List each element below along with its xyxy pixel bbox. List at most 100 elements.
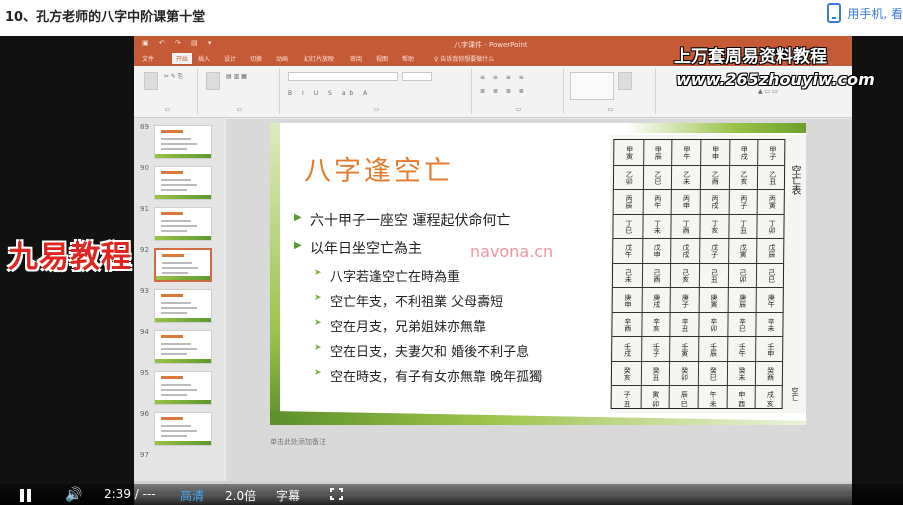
slide-bullet: 空在月支，兄弟姐妹亦無靠 — [294, 316, 542, 341]
table-cell: 丙寅 — [768, 195, 777, 210]
table-cell: 戊辰 — [767, 244, 776, 259]
video-player[interactable]: ▣ ↶ ↷ ▤ ▾ 八字课件 - PowerPoint 文件 开始 插入 设计 切换 动画… — [0, 36, 903, 505]
table-cell: 丁酉 — [682, 219, 691, 234]
watermark-center: navona.cn — [470, 242, 554, 261]
ribbon-tab[interactable]: ♀ 告诉我你想要做什么 — [434, 54, 494, 63]
table-side-label: 空亡表 — [789, 165, 800, 195]
table-cell: 乙巳 — [653, 170, 663, 185]
slide-thumbnails: 89 90 91 92 93 94 95 96 97 — [134, 119, 224, 494]
slide-bullet: 空在時支，有子有女亦無靠 晚年孤獨 — [294, 366, 542, 391]
table-cell: 辛丑 — [681, 318, 690, 333]
slide-thumbnail[interactable] — [154, 125, 212, 159]
table-cell: 壬辰 — [709, 342, 718, 357]
ribbon-group-drawing: ▭ — [566, 68, 656, 114]
ribbon-group-slides: ▤ ▥ ▦ ▭ — [200, 68, 280, 114]
slide-decor-top — [626, 123, 806, 133]
watermark-url: www.265zhouyiw.com — [676, 70, 875, 89]
table-cell: 甲戌 — [740, 146, 749, 161]
table-cell: 己酉 — [652, 268, 662, 283]
table-cell: 壬申 — [766, 342, 775, 357]
table-cell: 子·丑 — [622, 390, 632, 407]
slide-thumbnail[interactable] — [154, 166, 212, 200]
table-cell: 戊寅 — [739, 244, 748, 259]
table-cell: 己卯 — [738, 268, 748, 283]
table-gridline — [611, 385, 782, 387]
quality-button[interactable]: 高清 — [180, 487, 204, 504]
table-cell: 戊午 — [624, 244, 633, 259]
table-cell: 戌·亥 — [766, 390, 775, 407]
slide-thumbnail[interactable] — [154, 207, 212, 241]
table-gridline — [612, 287, 783, 289]
table-gridline — [697, 140, 702, 408]
table-cell: 壬子 — [652, 342, 661, 357]
table-cell: 庚申 — [623, 293, 633, 308]
mobile-view-link[interactable]: 用手机, 看 — [827, 3, 903, 23]
table-gridline — [726, 140, 731, 408]
ribbon-tab[interactable]: 视图 — [376, 54, 388, 63]
ribbon-group-clipboard: ✂ ✎ ⎘ ▭ — [138, 68, 198, 114]
ribbon-tab[interactable]: 开始 — [172, 53, 193, 64]
table-cell: 癸亥 — [623, 367, 632, 382]
slide-bullet: 六十甲子一座空 運程起伏命何亡 — [294, 210, 542, 238]
table-bottom-label: 空亡 — [791, 387, 799, 401]
table-gridline — [668, 140, 673, 408]
ribbon-tab[interactable]: 审阅 — [350, 54, 362, 63]
ribbon-tab[interactable]: 切换 — [250, 54, 262, 63]
table-cell: 丙子 — [739, 195, 748, 210]
ribbon-group-font: B I U S ab A ▭ — [282, 68, 472, 114]
ribbon-tab[interactable]: 设计 — [224, 54, 236, 63]
watermark-left: 九易教程 — [8, 240, 132, 275]
ribbon-tab[interactable]: 动画 — [276, 54, 288, 63]
volume-icon[interactable]: 🔊 — [65, 487, 82, 503]
table-cell: 甲申 — [711, 146, 720, 161]
watermark-top: 上万套周易资料教程 — [674, 47, 827, 67]
table-cell: 庚寅 — [709, 293, 719, 308]
thumb-number: 89 — [140, 123, 149, 131]
table-cell: 丁亥 — [710, 219, 719, 234]
slide-thumbnail[interactable] — [154, 371, 212, 405]
table-cell: 壬午 — [738, 342, 747, 357]
table-cell: 甲辰 — [654, 146, 663, 161]
table-gridline — [613, 262, 784, 264]
thumb-number: 97 — [140, 451, 149, 459]
thumb-number: 94 — [140, 328, 149, 336]
table-gridline — [640, 140, 645, 408]
page-title: 10、孔方老师的八字中阶课第十堂 — [5, 10, 206, 25]
table-gridline — [754, 140, 759, 408]
thumb-number: 95 — [140, 369, 149, 377]
table-cell: 甲寅 — [625, 146, 634, 161]
table-cell: 戊子 — [710, 244, 719, 259]
table-cell: 丙辰 — [625, 195, 634, 210]
table-cell: 癸酉 — [766, 367, 775, 382]
table-cell: 乙卯 — [625, 170, 634, 185]
table-cell: 己巳 — [767, 268, 776, 283]
ribbon-tab[interactable]: 文件 — [142, 54, 154, 63]
speed-button[interactable]: 2.0倍 — [225, 487, 256, 504]
current-slide: 八字逢空亡 六十甲子一座空 運程起伏命何亡以年日坐空亡為主八字若逢空亡在時為重空… — [270, 123, 806, 425]
subtitle-button[interactable]: 字幕 — [276, 487, 300, 504]
fullscreen-icon[interactable] — [330, 488, 343, 500]
phone-icon — [827, 3, 842, 23]
table-cell: 己亥 — [681, 268, 690, 283]
table-cell: 戊申 — [653, 244, 662, 259]
slide-thumbnail[interactable] — [154, 412, 212, 446]
table-cell: 丙戌 — [711, 195, 720, 210]
ribbon-tab[interactable]: 插入 — [198, 54, 210, 63]
slide-thumbnail[interactable] — [154, 330, 212, 364]
table-cell: 庚子 — [681, 293, 690, 308]
ribbon-tab[interactable]: 帮助 — [402, 54, 414, 63]
thumb-number: 92 — [140, 246, 149, 254]
table-cell: 辛巳 — [738, 318, 747, 333]
pause-icon[interactable] — [20, 489, 32, 502]
table-cell: 丁卯 — [768, 219, 777, 234]
ribbon-tab[interactable]: 幻灯片放映 — [304, 54, 334, 63]
slide-thumbnail[interactable] — [154, 289, 212, 323]
table-cell: 丙午 — [653, 195, 662, 210]
thumb-number: 93 — [140, 287, 149, 295]
slide-thumbnail[interactable] — [154, 248, 212, 282]
table-cell: 午·未 — [708, 390, 718, 407]
slide-bullet: 空亡年支，不利祖業 父母壽短 — [294, 291, 542, 316]
table-cell: 己丑 — [710, 268, 719, 283]
playback-time: 2:39 / --- — [104, 487, 156, 501]
notes-placeholder[interactable]: 单击此处添加备注 — [270, 437, 326, 447]
